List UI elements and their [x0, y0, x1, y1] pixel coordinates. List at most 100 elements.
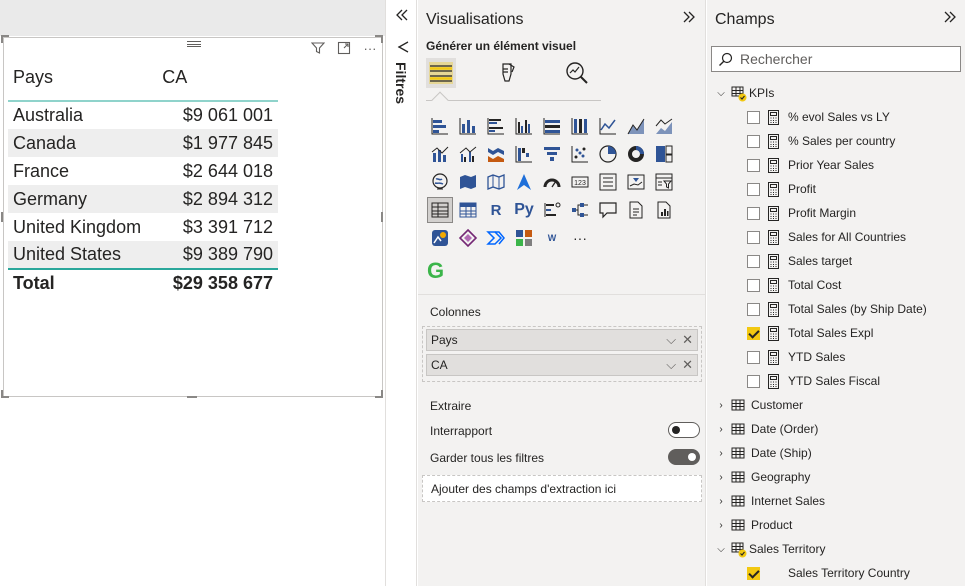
table-visual-icon[interactable] [427, 197, 453, 223]
word-visual-icon[interactable]: W [540, 226, 564, 250]
table-item[interactable]: ⌵ Sales Territory [707, 538, 965, 560]
arcgis-map-icon[interactable] [428, 226, 452, 250]
treemap-icon[interactable] [652, 142, 676, 166]
stacked-column-chart-icon[interactable] [456, 114, 480, 138]
r-script-visual-icon[interactable]: R [484, 198, 508, 222]
resize-handle[interactable] [1, 35, 3, 43]
chevron-down-icon[interactable]: ⌵ [715, 543, 727, 555]
resize-handle[interactable] [381, 35, 383, 43]
field-checkbox[interactable] [747, 254, 760, 268]
collapse-fields-icon[interactable] [943, 10, 957, 28]
stacked-area-chart-icon[interactable] [652, 114, 676, 138]
table-item[interactable]: › Geography [707, 466, 965, 488]
chevron-right-icon[interactable]: › [715, 495, 727, 507]
field-item[interactable]: Sales target [707, 250, 965, 272]
field-checkbox[interactable] [747, 110, 760, 124]
matrix-visual-icon[interactable] [456, 198, 480, 222]
more-options-icon[interactable]: ··· [362, 40, 378, 56]
field-well-ca[interactable]: CA ⌵ ✕ [426, 354, 698, 376]
filters-label[interactable]: Filtres [393, 62, 409, 104]
collapse-visualizations-icon[interactable] [682, 10, 696, 28]
field-item[interactable]: Profit Margin [707, 202, 965, 224]
table-item[interactable]: › Customer [707, 394, 965, 416]
field-checkbox[interactable] [747, 158, 760, 172]
pie-chart-icon[interactable] [596, 142, 620, 166]
multi-row-card-icon[interactable] [596, 170, 620, 194]
field-item[interactable]: Total Sales Expl [707, 322, 965, 344]
field-item[interactable]: YTD Sales [707, 346, 965, 368]
field-item[interactable]: % Sales per country [707, 130, 965, 152]
decomposition-tree-icon[interactable] [568, 198, 592, 222]
resize-handle[interactable] [1, 212, 3, 222]
shape-map-icon[interactable] [484, 170, 508, 194]
kpi-icon[interactable] [624, 170, 648, 194]
line-clustered-column-icon[interactable] [456, 142, 480, 166]
chevron-right-icon[interactable]: › [715, 447, 727, 459]
field-checkbox[interactable] [747, 182, 760, 196]
power-automate-icon[interactable] [484, 226, 508, 250]
matrix-visual[interactable]: ··· Pays CA Australia $9 061 001 Canada … [3, 37, 383, 397]
analytics-tab-icon[interactable] [562, 58, 592, 88]
search-box[interactable]: Rechercher [711, 46, 961, 72]
filter-icon[interactable] [310, 40, 326, 56]
100-stacked-bar-chart-icon[interactable] [540, 114, 564, 138]
field-checkbox[interactable] [747, 278, 760, 292]
clustered-bar-chart-icon[interactable] [484, 114, 508, 138]
custom-visual-g-icon[interactable]: G [427, 258, 444, 284]
field-item[interactable]: Total Cost [707, 274, 965, 296]
table-item[interactable]: › Internet Sales [707, 490, 965, 512]
area-chart-icon[interactable] [624, 114, 648, 138]
scatter-chart-icon[interactable] [568, 142, 592, 166]
gauge-icon[interactable] [540, 170, 564, 194]
table-kpis[interactable]: ⌵ KPIs [707, 82, 965, 104]
field-item[interactable]: Sales Territory Country [707, 562, 965, 584]
chevron-right-icon[interactable]: › [715, 519, 727, 531]
filters-pane-collapsed[interactable]: Filtres [385, 0, 417, 586]
cross-report-toggle[interactable] [668, 422, 700, 438]
metrics-icon[interactable] [512, 226, 536, 250]
chevron-down-icon[interactable]: ⌵ [666, 357, 676, 373]
drillthrough-drop-zone[interactable]: Ajouter des champs d'extraction ici [422, 475, 702, 502]
field-checkbox[interactable] [747, 566, 760, 580]
field-item[interactable]: Sales for All Countries [707, 226, 965, 248]
donut-chart-icon[interactable] [624, 142, 648, 166]
resize-handle[interactable] [187, 396, 197, 398]
chevron-down-icon[interactable]: ⌵ [666, 332, 676, 348]
resize-handle[interactable] [1, 390, 3, 398]
card-icon[interactable]: 123 [568, 170, 592, 194]
resize-handle[interactable] [381, 390, 383, 398]
keep-filters-toggle[interactable] [668, 449, 700, 465]
key-influencers-icon[interactable] [540, 198, 564, 222]
chevron-down-icon[interactable]: ⌵ [715, 87, 727, 99]
field-item[interactable]: % evol Sales vs LY [707, 106, 965, 128]
field-checkbox[interactable] [747, 374, 760, 388]
waterfall-chart-icon[interactable] [512, 142, 536, 166]
stacked-bar-chart-icon[interactable] [428, 114, 452, 138]
field-checkbox[interactable] [747, 350, 760, 364]
visual-drag-grip[interactable] [187, 41, 201, 47]
table-item[interactable]: › Date (Order) [707, 418, 965, 440]
field-checkbox[interactable] [747, 302, 760, 316]
table-item[interactable]: › Product [707, 514, 965, 536]
ribbon-chart-icon[interactable] [484, 142, 508, 166]
field-checkbox[interactable] [747, 134, 760, 148]
azure-map-icon[interactable] [512, 170, 536, 194]
clustered-column-chart-icon[interactable] [512, 114, 536, 138]
chevron-right-icon[interactable]: › [715, 471, 727, 483]
line-chart-icon[interactable] [596, 114, 620, 138]
map-icon[interactable] [428, 170, 452, 194]
field-item[interactable]: Total Sales (by Ship Date) [707, 298, 965, 320]
chevron-right-icon[interactable]: › [715, 399, 727, 411]
expand-filters-icon[interactable] [395, 8, 409, 26]
resize-handle[interactable] [381, 212, 383, 222]
field-item[interactable]: Prior Year Sales [707, 154, 965, 176]
field-checkbox[interactable] [747, 326, 760, 340]
qna-icon[interactable] [596, 198, 620, 222]
field-item[interactable]: YTD Sales Fiscal [707, 370, 965, 392]
line-stacked-column-icon[interactable] [428, 142, 452, 166]
power-apps-icon[interactable] [456, 226, 480, 250]
field-well-pays[interactable]: Pays ⌵ ✕ [426, 329, 698, 351]
column-header-pays[interactable]: Pays [8, 61, 159, 102]
paginated-report-icon[interactable] [652, 198, 676, 222]
field-checkbox[interactable] [747, 206, 760, 220]
